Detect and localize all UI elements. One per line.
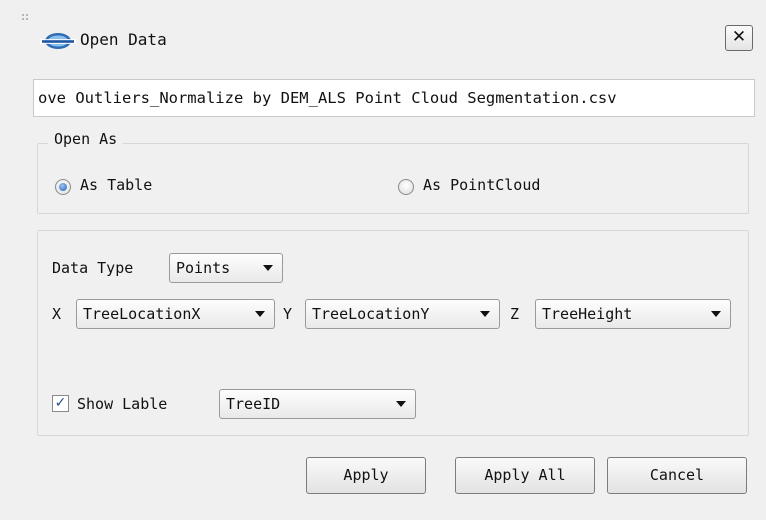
- y-label: Y: [283, 305, 293, 323]
- chevron-down-icon: [263, 265, 273, 271]
- chevron-down-icon: [711, 311, 721, 317]
- open-as-group-title: Open As: [48, 130, 124, 148]
- chevron-down-icon: [255, 311, 265, 317]
- label-field-value: TreeID: [226, 395, 281, 413]
- z-label: Z: [510, 305, 520, 323]
- apply-all-button[interactable]: Apply All: [455, 457, 595, 494]
- data-type-select[interactable]: Points: [169, 253, 283, 283]
- data-type-value: Points: [176, 259, 231, 277]
- as-pointcloud-label[interactable]: As PointCloud: [423, 176, 540, 194]
- apply-button[interactable]: Apply: [306, 457, 426, 494]
- x-field-value: TreeLocationX: [83, 305, 201, 323]
- y-field-select[interactable]: TreeLocationY: [305, 299, 500, 329]
- chevron-down-icon: [396, 401, 406, 407]
- label-field-select[interactable]: TreeID: [219, 389, 416, 419]
- window-title: Open Data: [80, 30, 167, 49]
- chevron-down-icon: [480, 311, 490, 317]
- x-field-select[interactable]: TreeLocationX: [76, 299, 275, 329]
- cancel-button[interactable]: Cancel: [607, 457, 747, 494]
- show-label-checkbox[interactable]: ✓: [52, 395, 69, 412]
- z-field-value: TreeHeight: [542, 305, 633, 323]
- app-logo-icon: [40, 33, 76, 49]
- data-type-label: Data Type: [52, 259, 134, 277]
- file-path-field[interactable]: ove Outliers_Normalize by DEM_ALS Point …: [33, 79, 755, 117]
- as-table-radio[interactable]: [55, 179, 71, 195]
- y-field-value: TreeLocationY: [312, 305, 430, 323]
- show-label-text[interactable]: Show Lable: [77, 395, 167, 413]
- z-field-select[interactable]: TreeHeight: [535, 299, 731, 329]
- open-data-dialog: Open Data ✕ ove Outliers_Normalize by DE…: [0, 0, 766, 520]
- x-label: X: [52, 305, 62, 323]
- as-pointcloud-radio[interactable]: [398, 179, 414, 195]
- grip-icon: [22, 14, 32, 24]
- as-table-label[interactable]: As Table: [80, 176, 152, 194]
- title-bar[interactable]: Open Data ✕: [0, 0, 766, 78]
- close-button[interactable]: ✕: [725, 25, 753, 51]
